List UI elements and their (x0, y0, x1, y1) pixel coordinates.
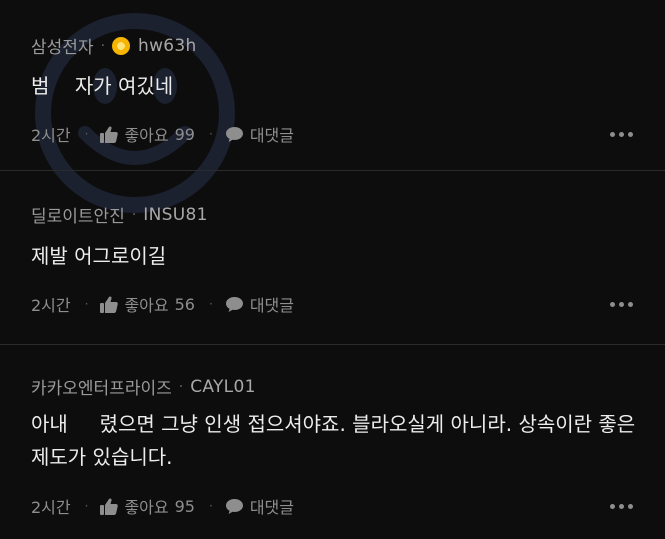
timestamp: 2시간 (31, 296, 71, 315)
reply-button[interactable]: 대댓글 (225, 292, 294, 316)
more-dot (610, 503, 615, 509)
speech-bubble-icon (225, 126, 243, 142)
like-label: 좋아요 (124, 498, 169, 517)
more-dot (619, 503, 624, 509)
comment-actions: 2시간 · 좋아요 95 · 대댓글 (31, 494, 635, 518)
username[interactable]: hw63h (138, 36, 197, 56)
reply-label: 대댓글 (249, 126, 294, 145)
more-dot (619, 301, 624, 307)
comment-text: 범 자가 여깄네 (31, 74, 174, 98)
like-button[interactable]: 좋아요 56 (100, 292, 195, 316)
thumbs-up-icon (100, 498, 119, 515)
thumbs-up-icon (100, 296, 119, 313)
comment-meta: 삼성전자 · hw63h (31, 33, 197, 59)
comment-actions: 2시간 · 좋아요 56 · 대댓글 (31, 292, 635, 316)
more-options-button[interactable] (608, 128, 635, 141)
comment-text: 아내 렸으면 그냥 인생 접으셔야죠. 블라오실게 아니라. 상속이란 좋은 제… (31, 412, 642, 469)
action-separator: · (208, 297, 213, 311)
more-options-button[interactable] (608, 500, 635, 513)
comment-item: 카카오엔터프라이즈 · CAYL01 아내 렸으면 그냥 인생 접으셔야죠. 블… (0, 346, 665, 539)
like-button[interactable]: 좋아요 95 (100, 494, 195, 518)
like-label: 좋아요 (124, 126, 169, 145)
username[interactable]: CAYL01 (190, 377, 255, 397)
more-dot (619, 131, 624, 137)
username[interactable]: INSU81 (143, 205, 207, 225)
divider (0, 344, 665, 345)
more-options-button[interactable] (608, 298, 635, 311)
speech-bubble-icon (225, 498, 243, 514)
comment-meta: 딜로이트안진 · INSU81 (31, 202, 208, 228)
like-count: 99 (174, 124, 195, 144)
speech-bubble-icon (225, 296, 243, 312)
divider (0, 170, 665, 171)
reply-button[interactable]: 대댓글 (225, 494, 294, 518)
like-button[interactable]: 좋아요 99 (100, 122, 195, 146)
meta-separator: · (100, 37, 106, 54)
comment-item: 삼성전자 · hw63h 범 자가 여깄네 2시간 · 좋아요 99 · 대댓글 (0, 0, 665, 171)
timestamp: 2시간 (31, 498, 71, 517)
more-dot (610, 301, 615, 307)
gold-badge-icon (112, 36, 131, 55)
company-name[interactable]: 삼성전자 (31, 33, 94, 58)
like-count: 95 (174, 496, 195, 516)
more-dot (628, 503, 633, 509)
thumbs-up-icon (100, 126, 119, 143)
more-dot (610, 131, 615, 137)
action-separator: · (84, 297, 89, 311)
reply-button[interactable]: 대댓글 (225, 122, 294, 146)
meta-separator: · (131, 206, 137, 223)
like-label: 좋아요 (124, 296, 169, 315)
action-separator: · (84, 127, 89, 141)
comment-meta: 카카오엔터프라이즈 · CAYL01 (31, 374, 256, 400)
action-separator: · (208, 499, 213, 513)
more-dot (628, 131, 633, 137)
timestamp: 2시간 (31, 126, 71, 145)
more-dot (628, 301, 633, 307)
company-name[interactable]: 카카오엔터프라이즈 (31, 374, 172, 399)
reply-label: 대댓글 (249, 296, 294, 315)
comment-actions: 2시간 · 좋아요 99 · 대댓글 (31, 122, 635, 146)
action-separator: · (208, 127, 213, 141)
comment-text: 제발 어그로이길 (31, 244, 167, 268)
like-count: 56 (174, 294, 195, 314)
meta-separator: · (178, 378, 184, 395)
action-separator: · (84, 499, 89, 513)
reply-label: 대댓글 (249, 498, 294, 517)
comment-item: 딜로이트안진 · INSU81 제발 어그로이길 2시간 · 좋아요 56 · … (0, 172, 665, 345)
company-name[interactable]: 딜로이트안진 (31, 202, 125, 227)
